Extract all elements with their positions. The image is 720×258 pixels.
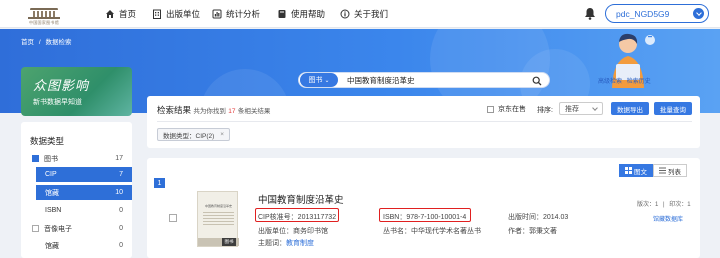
publish-date: 出版时间：2014.03 xyxy=(508,214,569,221)
nav-publishers[interactable]: 出版单位 xyxy=(152,8,200,20)
facet-cip[interactable]: CIP 7 xyxy=(36,167,132,182)
batch-query-button[interactable]: 批量查询 xyxy=(654,102,692,115)
checkbox[interactable] xyxy=(487,105,494,113)
user-account-button[interactable]: pdc_NGD5G9 xyxy=(605,4,709,23)
facet-book[interactable]: 图书 17 xyxy=(21,151,132,166)
book-cover[interactable]: 中国教育制度沿革史 图书 xyxy=(197,191,239,247)
cover-text-lines xyxy=(203,212,234,226)
building-icon xyxy=(153,9,161,19)
list-icon xyxy=(659,167,666,174)
sort-label: 排序: xyxy=(537,107,553,114)
series-name: 丛书名：中华现代学术名著丛书 xyxy=(383,228,481,235)
view-list-button[interactable]: 列表 xyxy=(653,164,687,177)
close-icon[interactable]: × xyxy=(220,131,224,138)
sort-select[interactable]: 推荐 xyxy=(559,102,603,115)
breadcrumb-current: 数据检索 xyxy=(45,39,72,46)
result-count: 17 xyxy=(228,108,236,115)
isbn-highlight-box xyxy=(379,208,471,222)
facet-isbn[interactable]: ISBN 0 xyxy=(21,203,132,218)
nav-about[interactable]: 关于我们 xyxy=(340,8,388,20)
search-input[interactable]: 中国教育制度沿革史 xyxy=(347,75,415,86)
filter-tag[interactable]: 数据类型：CIP(2) × xyxy=(157,128,231,141)
subject-link[interactable]: 教育制度 xyxy=(286,240,314,247)
logo-text: 中国国家图书馆 xyxy=(28,20,60,25)
edition-info: 版次：1 | 印次：1 xyxy=(637,202,691,208)
view-toggle: 图文 列表 xyxy=(619,164,687,177)
book-icon xyxy=(278,10,286,18)
item-checkbox[interactable] xyxy=(169,214,177,222)
nav-help[interactable]: 使用帮助 xyxy=(277,8,325,20)
facet-header: 数据类型 xyxy=(30,136,65,146)
chevron-down-icon: ⌄ xyxy=(324,77,330,84)
item-number: 1 xyxy=(154,178,165,188)
book-title[interactable]: 中国教育制度沿革史 xyxy=(258,192,344,206)
view-grid-button[interactable]: 图文 xyxy=(619,164,653,177)
info-icon xyxy=(340,9,350,19)
nav-home-label: 首页 xyxy=(119,9,137,19)
nav-home[interactable]: 首页 xyxy=(105,8,136,20)
author: 作者：郭秉文著 xyxy=(508,228,557,235)
grid-icon xyxy=(625,167,632,174)
results-summary: 检索结果 共为你找到 17 条相关结果 xyxy=(157,105,271,115)
holdings-link[interactable]: 馆藏数据库 xyxy=(653,214,683,223)
facet-holdings[interactable]: 馆藏 10 xyxy=(36,185,132,200)
promo-banner[interactable]: 众图影响 新书数据早知道 xyxy=(21,67,132,116)
search-icon[interactable] xyxy=(532,76,542,86)
jd-filter[interactable]: 京东在售 xyxy=(487,104,526,114)
checkbox[interactable] xyxy=(32,225,39,232)
divider xyxy=(157,121,692,122)
search-bar: 图书 ⌄ 中国教育制度沿革史 xyxy=(298,72,550,88)
hero-links: 高级检索 检索历史 xyxy=(598,76,654,85)
promo-subtitle: 新书数据早知道 xyxy=(33,99,82,106)
facet-panel: 数据类型 图书 17 CIP 7 馆藏 10 ISBN 0 音像电子 0 馆藏 … xyxy=(21,122,132,258)
result-list: 图文 列表 1 中国教育制度沿革史 图书 中国教育制度沿革史 CIP核准号：20… xyxy=(147,158,700,258)
search-scope-select[interactable]: 图书 ⌄ xyxy=(300,73,338,87)
breadcrumb: 首页 / 数据检索 xyxy=(21,39,72,46)
advanced-search-link[interactable]: 高级检索 xyxy=(598,79,622,85)
username: pdc_NGD5G9 xyxy=(616,8,670,19)
facet-av-holdings[interactable]: 馆藏 0 xyxy=(21,238,132,253)
cover-title: 中国教育制度沿革史 xyxy=(204,204,232,208)
nav-help-label: 使用帮助 xyxy=(291,9,326,19)
home-icon xyxy=(106,10,114,18)
subject: 主题词：教育制度 xyxy=(258,240,314,247)
library-logo[interactable]: 中国国家图书馆 xyxy=(18,2,70,26)
export-button[interactable]: 数据导出 xyxy=(611,102,649,115)
chevron-down-icon xyxy=(693,8,704,19)
cip-highlight-box xyxy=(255,208,339,222)
promo-title: 众图影响 xyxy=(33,79,90,94)
search-history-link[interactable]: 检索历史 xyxy=(627,79,651,85)
breadcrumb-home[interactable]: 首页 xyxy=(21,39,34,46)
nav-statistics[interactable]: 统计分析 xyxy=(212,8,260,20)
publisher: 出版单位：商务印书馆 xyxy=(258,228,328,235)
nav-statistics-label: 统计分析 xyxy=(226,9,261,19)
bell-icon[interactable] xyxy=(584,7,596,20)
nav-about-label: 关于我们 xyxy=(354,9,389,19)
top-navbar: 中国国家图书馆 首页 出版单位 统计分析 使用帮助 关于我们 pdc_NGD5G… xyxy=(0,0,720,28)
cover-type-badge: 图书 xyxy=(222,238,236,246)
facet-av-electronic[interactable]: 音像电子 0 xyxy=(21,221,132,236)
results-header: 检索结果 共为你找到 17 条相关结果 京东在售 排序: 推荐 数据导出 批量查… xyxy=(147,96,700,148)
chart-icon xyxy=(212,9,222,19)
nav-publishers-label: 出版单位 xyxy=(166,9,201,19)
checkbox[interactable] xyxy=(32,155,39,162)
